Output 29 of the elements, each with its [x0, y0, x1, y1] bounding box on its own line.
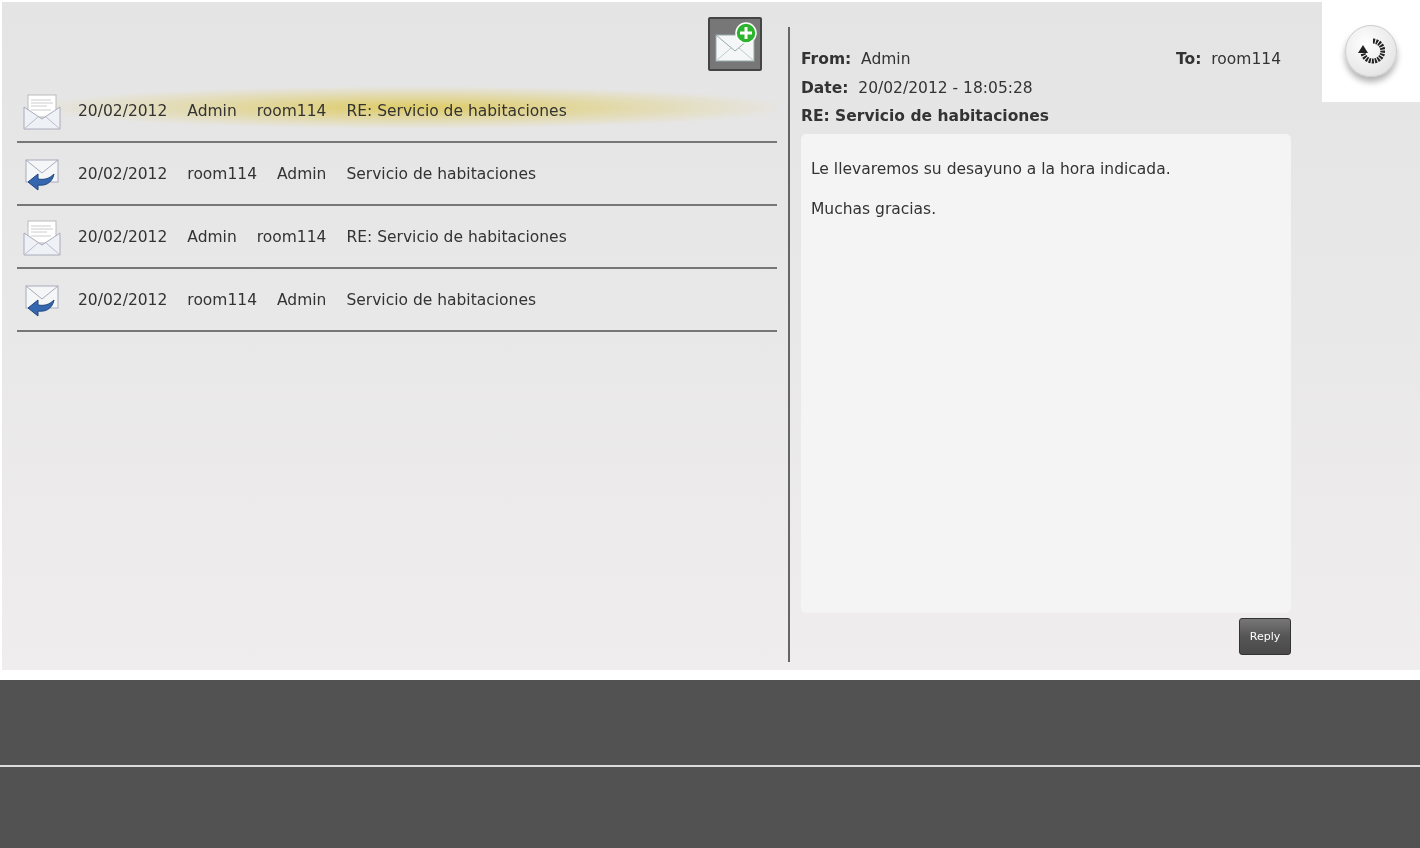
message-recipient: Admin	[277, 164, 327, 183]
message-date: 20/02/2012	[78, 227, 168, 246]
from-field: From: Admin	[801, 45, 911, 74]
message-date: 20/02/2012	[78, 164, 168, 183]
message-recipient: room114	[256, 227, 327, 246]
message-subject: RE: Servicio de habitaciones	[346, 101, 567, 120]
message-sender: Admin	[187, 227, 237, 246]
message-subject-title: RE: Servicio de habitaciones	[801, 106, 1051, 127]
message-sender: room114	[187, 290, 258, 309]
to-field: To: room114	[1176, 45, 1281, 74]
message-row[interactable]: 20/02/2012 room114 Admin Servicio de habitaciones	[17, 269, 777, 332]
message-subject: Servicio de habitaciones	[346, 290, 536, 309]
reply-button[interactable]: Reply	[1239, 618, 1291, 655]
message-subject: Servicio de habitaciones	[346, 164, 536, 183]
message-recipient: room114	[256, 101, 327, 120]
message-recipient: Admin	[277, 290, 327, 309]
message-date: 20/02/2012	[78, 290, 168, 309]
compose-button[interactable]	[708, 17, 762, 71]
refresh-icon	[1357, 37, 1385, 65]
message-row[interactable]: 20/02/2012 Admin room114 RE: Servicio de habitaciones	[17, 206, 777, 269]
body-paragraph: Le llevaremos su desayuno a la hora indicada.	[811, 160, 1172, 178]
refresh-button[interactable]	[1345, 25, 1397, 77]
message-subject: RE: Servicio de habitaciones	[346, 227, 567, 246]
body-paragraph: Muchas gracias.	[811, 200, 938, 218]
date-field: Date: 20/02/2012 - 18:05:28	[801, 74, 1291, 103]
message-row[interactable]: 20/02/2012 room114 Admin Servicio de habitaciones	[17, 143, 777, 206]
message-sender: Admin	[187, 101, 237, 120]
message-sender: room114	[187, 164, 258, 183]
message-date: 20/02/2012	[78, 101, 168, 120]
